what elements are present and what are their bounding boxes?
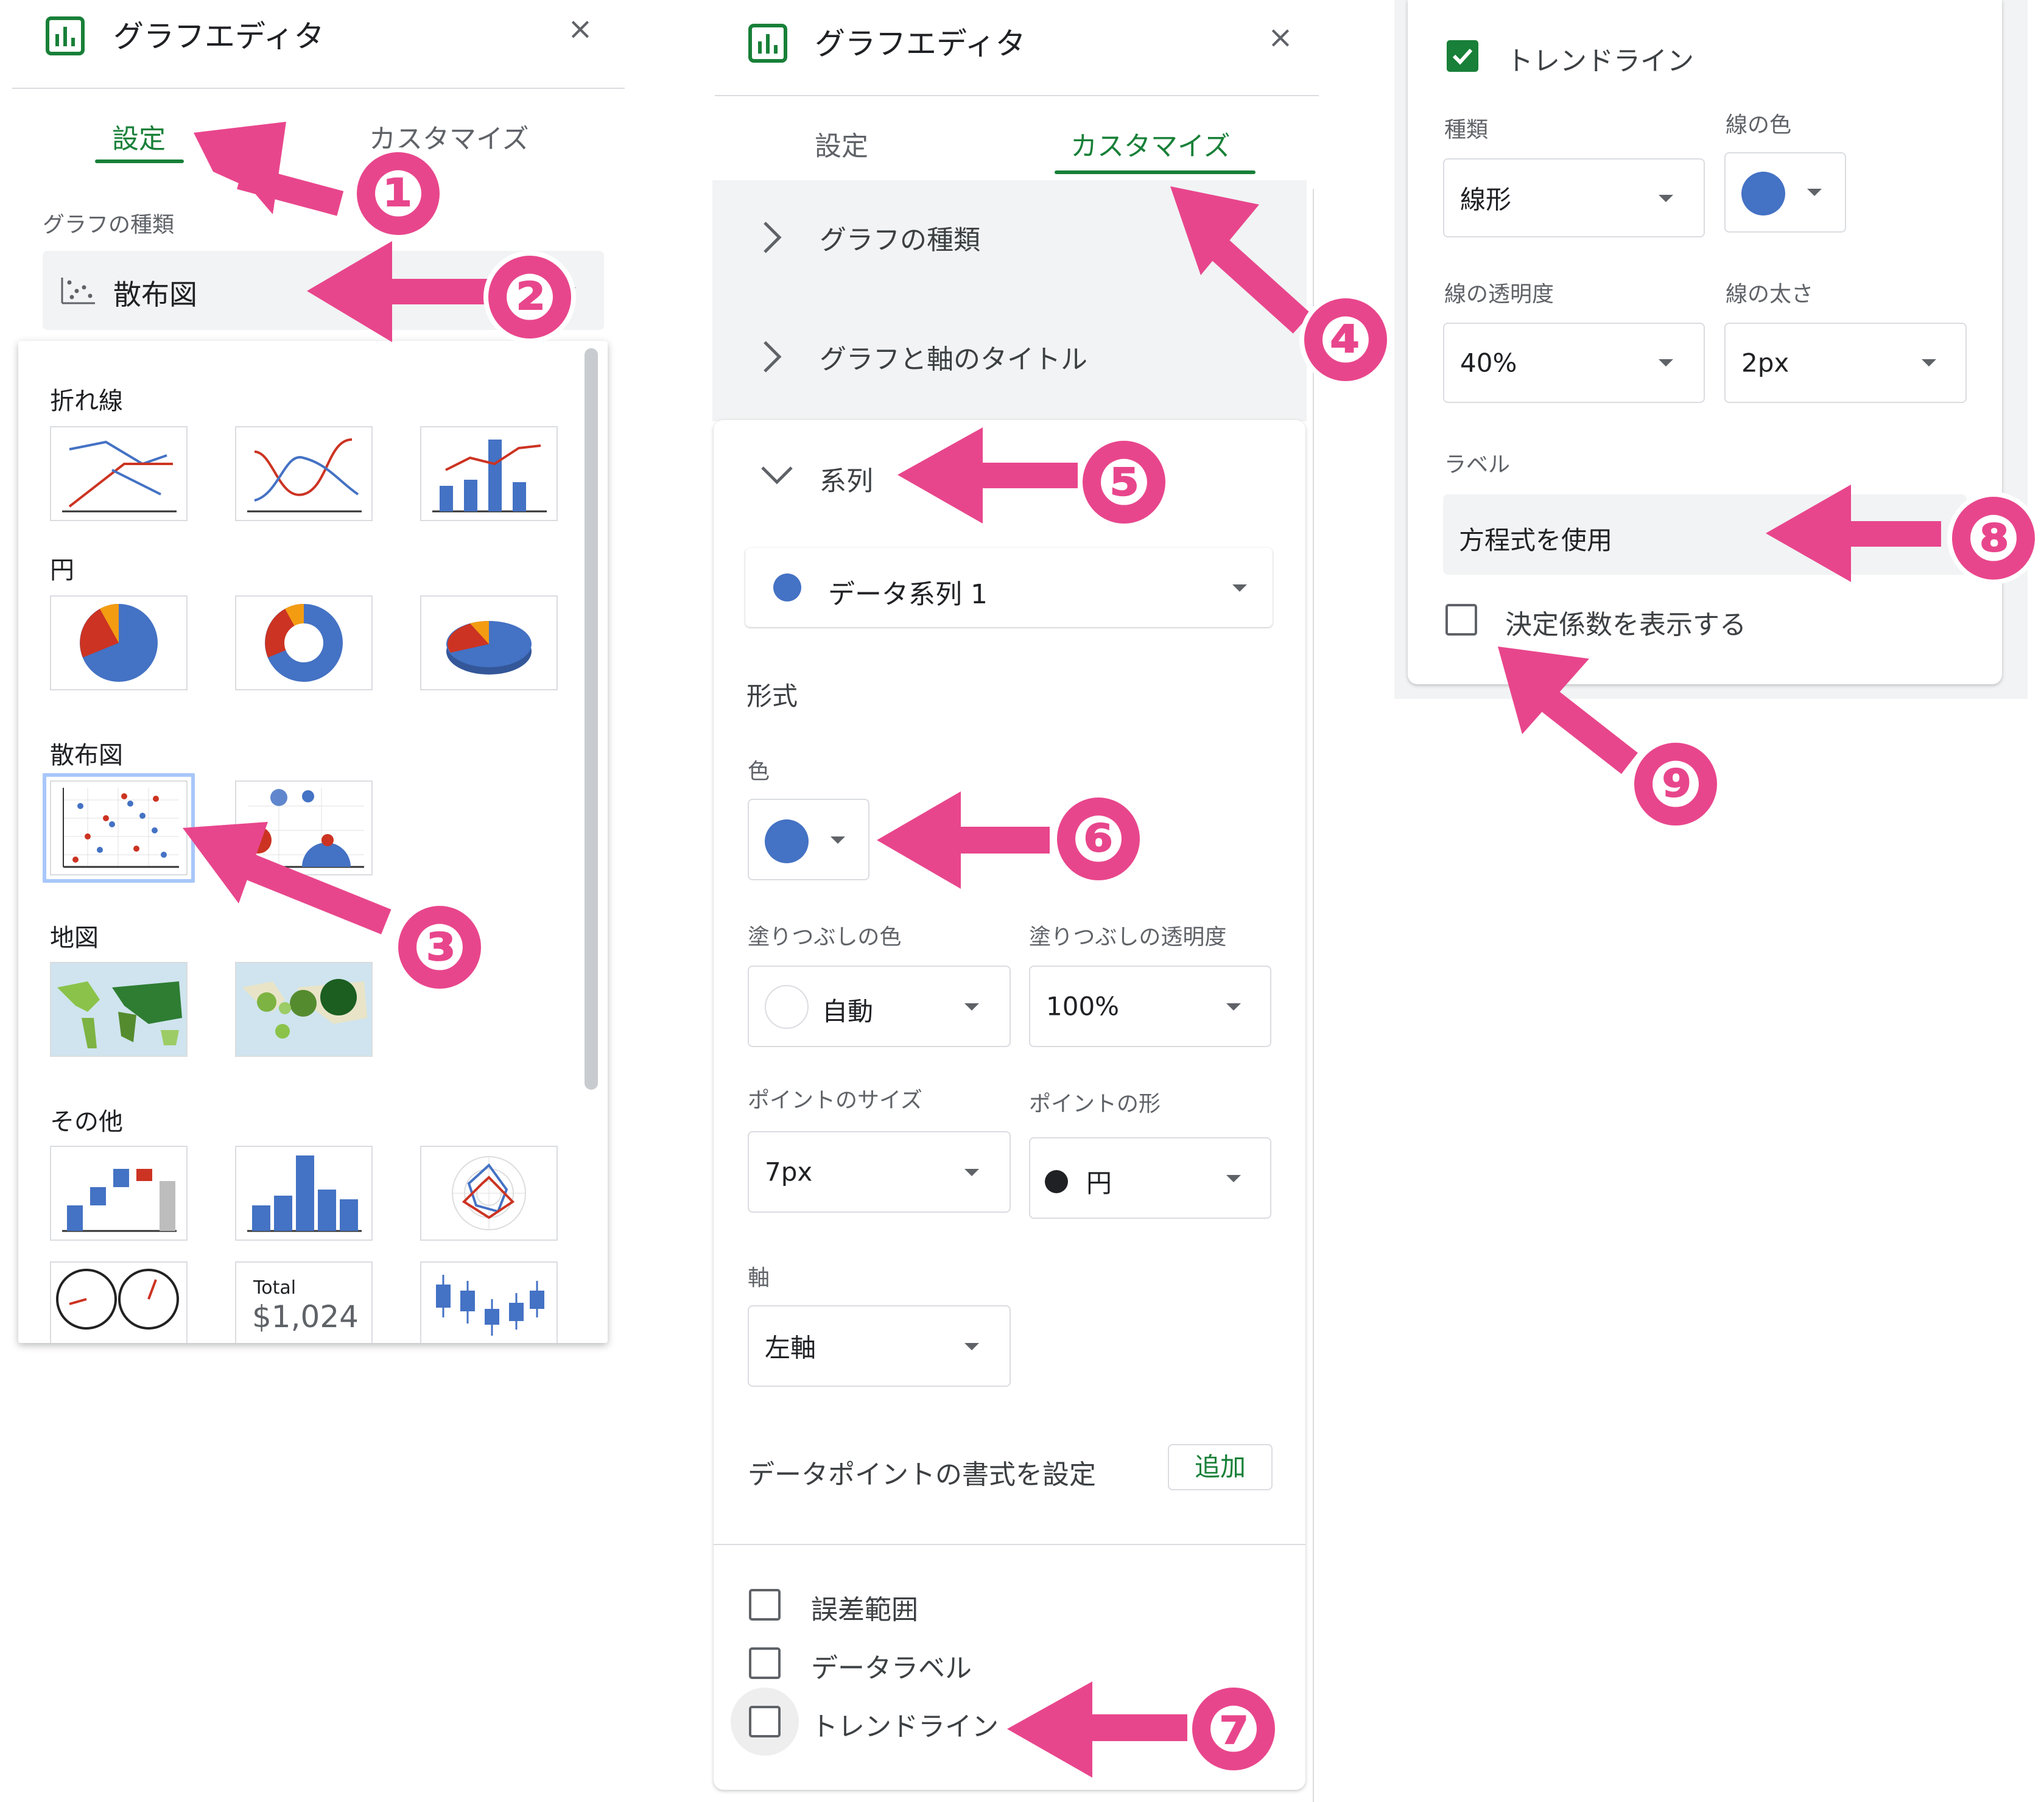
- arrow-2: [307, 241, 392, 342]
- arrow-9-shaft: [1539, 689, 1638, 774]
- arrow-3-shaft: [245, 855, 392, 934]
- annotation-arrows: [183, 122, 1941, 1778]
- step-badge-1: ❶: [352, 147, 444, 240]
- step-badge-4: ❹: [1299, 293, 1392, 386]
- arrow-8-shaft: [1849, 521, 1941, 547]
- step-badge-6: ❻: [1052, 793, 1145, 885]
- arrow-8: [1766, 485, 1851, 582]
- step-badge-5: ❺: [1078, 436, 1170, 528]
- arrow-1-shaft: [237, 164, 344, 216]
- step-badge-7: ❼: [1187, 1683, 1280, 1775]
- arrow-7: [1007, 1681, 1092, 1778]
- arrow-1: [194, 122, 286, 214]
- step-badge-8: ❽: [1947, 492, 2040, 584]
- arrow-5-shaft: [980, 463, 1078, 488]
- arrow-2-shaft: [390, 279, 487, 304]
- arrow-6: [877, 791, 961, 889]
- step-badge-3: ❸: [393, 901, 486, 994]
- arrow-6-shaft: [958, 827, 1050, 854]
- arrow-7-shaft: [1090, 1714, 1187, 1741]
- step-badge-2: ❷: [483, 251, 576, 343]
- step-badge-9: ❾: [1629, 738, 1722, 830]
- arrow-4-shaft: [1207, 236, 1312, 334]
- arrow-5: [897, 427, 983, 524]
